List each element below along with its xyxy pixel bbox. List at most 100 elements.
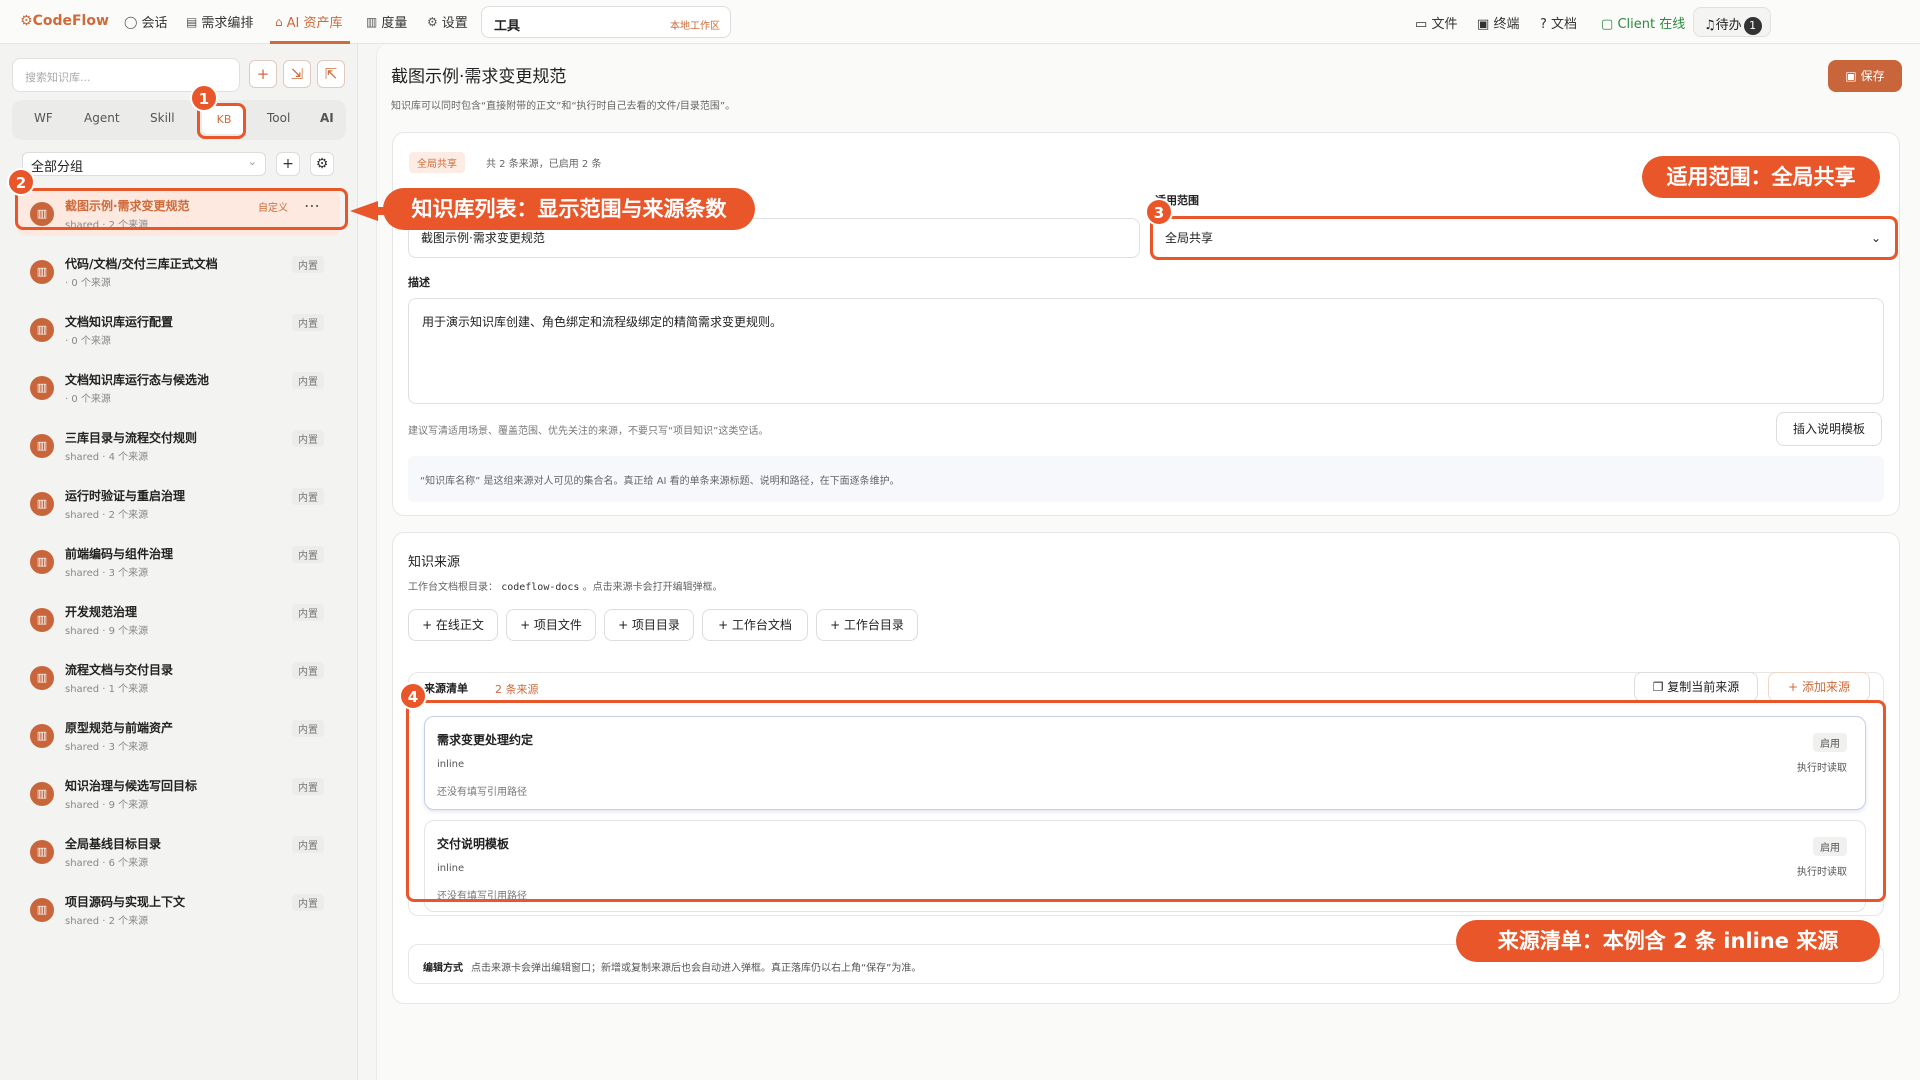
kb-item-name: 流程文档与交付目录 (65, 663, 174, 677)
annotation-badge-4: 4 (399, 682, 427, 710)
add-workspace-dir-button[interactable]: + 工作台目录 (816, 609, 918, 641)
nav-docs[interactable]: ? 文档 (1540, 13, 1577, 32)
add-workspace-doc-button[interactable]: + 工作台文档 (702, 609, 808, 641)
tab-tool[interactable]: Tool (267, 111, 290, 125)
kb-item-sources: shared · 2 个来源 (65, 916, 149, 927)
callout-scope: 适用范围：全局共享 (1642, 156, 1880, 198)
kb-item[interactable]: ▥ 原型规范与前端资产 shared · 3 个来源 内置 (18, 712, 340, 758)
page-title: 截图示例·需求变更规范 (391, 67, 567, 87)
kb-item-name: 全局基线目标目录 (65, 837, 162, 851)
kb-book-icon: ▥ (30, 376, 54, 400)
plus-icon: + (282, 156, 294, 172)
info-note: “知识库名称” 是这组来源对人可见的集合名。真正给 AI 看的单条来源标题、说明… (408, 456, 1884, 502)
import-kb-button[interactable]: ⇲ (283, 60, 311, 88)
monitor-icon: ▢ (1601, 17, 1614, 32)
kb-item-tag: 内置 (292, 662, 324, 679)
copy-source-button[interactable]: ❐ 复制当前来源 (1634, 672, 1758, 702)
description-hint: 建议写清适用场景、覆盖范围、优先关注的来源，不要只写“项目知识”这类空话。 (408, 426, 769, 437)
kb-item-sources: shared · 1 个来源 (65, 684, 149, 695)
callout-sources: 来源清单：本例含 2 条 inline 来源 (1456, 920, 1880, 962)
kb-item-name: 前端编码与组件治理 (65, 547, 174, 561)
callout-kb-list: 知识库列表：显示范围与来源条数 (383, 188, 755, 230)
nav-ai-assets[interactable]: ⌂ AI 资产库 (275, 12, 343, 32)
tab-skill[interactable]: Skill (150, 111, 175, 125)
kb-book-icon: ▥ (30, 434, 54, 458)
kb-item[interactable]: ▥ 全局基线目标目录 shared · 6 个来源 内置 (18, 828, 340, 874)
kb-item-sources: shared · 6 个来源 (65, 858, 149, 869)
nav-terminal[interactable]: ▣ 终端 (1477, 13, 1519, 32)
kb-item-tag: 内置 (292, 546, 324, 563)
kb-item-sources: shared · 4 个来源 (65, 452, 149, 463)
tools-title: 工具 (494, 19, 521, 34)
kb-item[interactable]: ▥ 开发规范治理 shared · 9 个来源 内置 (18, 596, 340, 642)
kb-item[interactable]: ▥ 项目源码与实现上下文 shared · 2 个来源 内置 (18, 886, 340, 932)
kb-book-icon: ▥ (30, 608, 54, 632)
kb-item[interactable]: ▥ 运行时验证与重启治理 shared · 2 个来源 内置 (18, 480, 340, 526)
annotation-badge-3: 3 (1145, 198, 1173, 226)
logo-icon: ⚙ (20, 13, 33, 29)
kb-item[interactable]: ▥ 三库目录与流程交付规则 shared · 4 个来源 内置 (18, 422, 340, 468)
kb-item-tag: 内置 (292, 894, 324, 911)
kb-item-tag: 内置 (292, 314, 324, 331)
kb-item-sources: shared · 3 个来源 (65, 742, 149, 753)
todo-button[interactable]: ♫待办 1 (1693, 7, 1771, 37)
nav-chat[interactable]: ◯ 会话 (124, 12, 167, 32)
kb-item[interactable]: ▥ 知识治理与候选写回目标 shared · 9 个来源 内置 (18, 770, 340, 816)
add-group-button[interactable]: + (276, 152, 300, 176)
plus-icon: + (1788, 680, 1799, 694)
kb-book-icon: ▥ (30, 898, 54, 922)
kb-item-name: 知识治理与候选写回目标 (65, 779, 198, 793)
kb-description-textarea[interactable]: 用于演示知识库创建、角色绑定和流程级绑定的精简需求变更规则。 (408, 298, 1884, 404)
kb-item[interactable]: ▥ 代码/文档/交付三库正式文档 · 0 个来源 内置 (18, 248, 340, 294)
insert-template-button[interactable]: 插入说明模板 (1776, 412, 1882, 446)
source-count: 2 条来源 (495, 683, 539, 696)
export-kb-button[interactable]: ⇱ (317, 60, 345, 88)
create-kb-button[interactable]: + (249, 60, 277, 88)
kb-book-icon: ▥ (30, 260, 54, 284)
kb-item-name: 开发规范治理 (65, 605, 138, 619)
app-logo[interactable]: ⚙CodeFlow (20, 13, 109, 29)
add-inline-button[interactable]: + 在线正文 (408, 609, 498, 641)
copy-icon: ❐ (1652, 680, 1664, 694)
add-project-file-button[interactable]: + 项目文件 (506, 609, 596, 641)
kb-item-tag: 内置 (292, 488, 324, 505)
kb-book-icon: ▥ (30, 550, 54, 574)
assets-icon: ⌂ (275, 14, 283, 29)
save-button[interactable]: ▣ 保存 (1828, 60, 1902, 92)
nav-files[interactable]: ▭ 文件 (1415, 13, 1457, 32)
group-settings-button[interactable]: ⚙ (310, 152, 334, 176)
add-project-dir-button[interactable]: + 项目目录 (604, 609, 694, 641)
desc-label: 描述 (408, 276, 430, 289)
tab-agent[interactable]: Agent (84, 111, 120, 125)
nav-requirements[interactable]: ▤ 需求编排 (186, 12, 253, 32)
kb-item[interactable]: ▥ 文档知识库运行配置 · 0 个来源 内置 (18, 306, 340, 352)
annotation-badge-1: 1 (190, 84, 218, 112)
scope-badge: 全局共享 (409, 152, 465, 173)
kb-item[interactable]: ▥ 前端编码与组件治理 shared · 3 个来源 内置 (18, 538, 340, 584)
tab-ai[interactable]: AI (320, 111, 334, 125)
client-status[interactable]: ▢ Client 在线 (1601, 13, 1685, 32)
save-icon: ▣ (1845, 69, 1857, 83)
gear-icon: ⚙ (315, 156, 329, 172)
folder-icon: ▭ (1415, 17, 1428, 32)
kb-item-name: 代码/文档/交付三库正式文档 (65, 257, 218, 271)
add-source-button[interactable]: + 添加来源 (1768, 672, 1870, 702)
kb-item-sources: · 0 个来源 (65, 278, 111, 289)
import-icon: ⇲ (290, 65, 304, 83)
tab-wf[interactable]: WF (34, 111, 53, 125)
chart-icon: ▥ (366, 14, 378, 29)
chevron-down-icon: ⌄ (247, 155, 257, 168)
kb-book-icon: ▥ (30, 492, 54, 516)
chat-icon: ◯ (124, 14, 138, 29)
workspace-label: 本地工作区 (670, 21, 720, 32)
kb-book-icon: ▥ (30, 724, 54, 748)
group-select[interactable]: 全部分组 ⌄ (22, 152, 266, 176)
kb-item[interactable]: ▥ 流程文档与交付目录 shared · 1 个来源 内置 (18, 654, 340, 700)
tools-panel[interactable]: 工具 本地工作区 (481, 6, 731, 38)
kb-item-sources: shared · 2 个来源 (65, 510, 149, 521)
nav-settings[interactable]: ⚙ 设置 (427, 12, 468, 32)
nav-metrics[interactable]: ▥ 度量 (366, 12, 407, 32)
kb-book-icon: ▥ (30, 666, 54, 690)
kb-item[interactable]: ▥ 文档知识库运行态与候选池 · 0 个来源 内置 (18, 364, 340, 410)
gear-icon: ⚙ (427, 14, 438, 29)
